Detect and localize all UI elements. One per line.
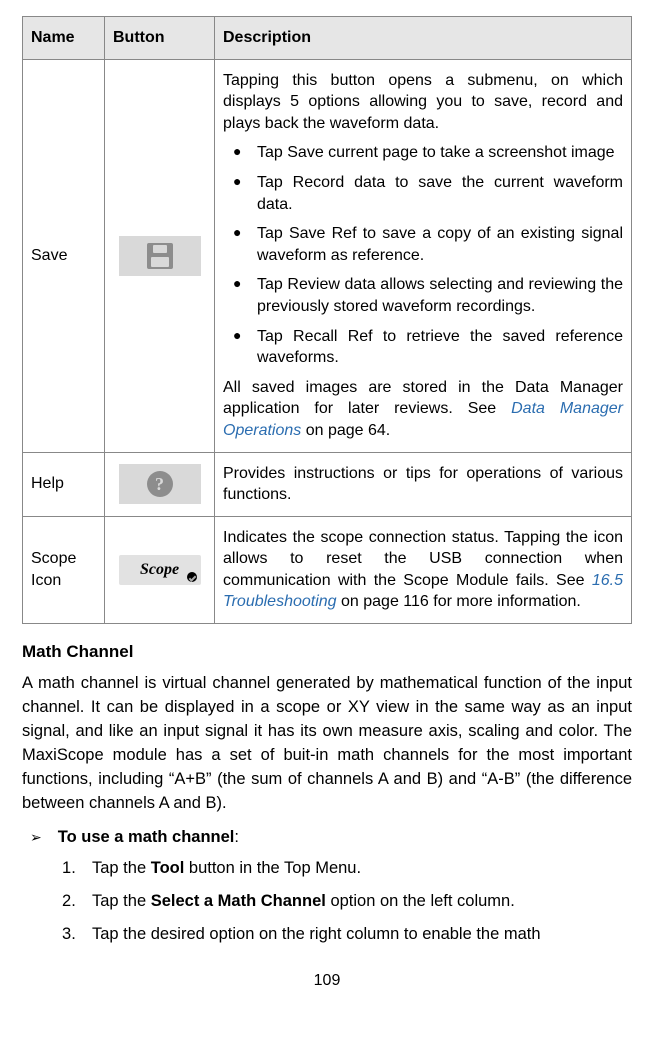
math-channel-heading: Math Channel <box>22 642 632 662</box>
scope-button-cell: Scope <box>105 516 215 623</box>
table-row-help: Help ? Provides instructions or tips for… <box>23 452 632 516</box>
step-2: Tap the Select a Math Channel option on … <box>62 890 632 913</box>
scope-status-dot <box>187 572 197 582</box>
step-1: Tap the Tool button in the Top Menu. <box>62 857 632 880</box>
help-button-cell: ? <box>105 452 215 516</box>
help-icon: ? <box>119 464 201 504</box>
save-bullet-1: Tap Save current page to take a screensh… <box>229 142 623 164</box>
save-outro: All saved images are stored in the Data … <box>223 377 623 442</box>
header-button: Button <box>105 17 215 60</box>
save-bullets: Tap Save current page to take a screensh… <box>223 142 623 368</box>
table-header-row: Name Button Description <box>23 17 632 60</box>
save-button-cell <box>105 59 215 452</box>
step-3: Tap the desired option on the right colu… <box>62 923 632 946</box>
step-2-bold: Select a Math Channel <box>151 892 326 910</box>
save-bullet-2: Tap Record data to save the current wave… <box>229 172 623 215</box>
procedure-title: To use a math channel <box>58 828 235 846</box>
step-2-pre: Tap the <box>92 892 151 910</box>
header-name: Name <box>23 17 105 60</box>
help-name-cell: Help <box>23 452 105 516</box>
step-1-bold: Tool <box>151 859 185 877</box>
math-channel-paragraph: A math channel is virtual channel genera… <box>22 672 632 816</box>
save-bullet-3: Tap Save Ref to save a copy of an existi… <box>229 223 623 266</box>
procedure-title-colon: : <box>234 828 239 846</box>
save-description-cell: Tapping this button opens a submenu, on … <box>215 59 632 452</box>
help-description-cell: Provides instructions or tips for operat… <box>215 452 632 516</box>
save-intro: Tapping this button opens a submenu, on … <box>223 70 623 135</box>
save-icon <box>119 236 201 276</box>
save-bullet-4: Tap Review data allows selecting and rev… <box>229 274 623 317</box>
scope-icon-label: Scope <box>140 559 179 581</box>
chevron-right-icon: ➢ <box>30 829 42 845</box>
save-name-cell: Save <box>23 59 105 452</box>
step-1-post: button in the Top Menu. <box>184 859 361 877</box>
header-description: Description <box>215 17 632 60</box>
scope-desc-pre: Indicates the scope connection status. T… <box>223 529 623 589</box>
procedure-steps: Tap the Tool button in the Top Menu. Tap… <box>22 857 632 946</box>
procedure-title-line: ➢ To use a math channel: <box>22 828 632 847</box>
page-number: 109 <box>22 972 632 990</box>
table-row-save: Save Tapping this button opens a submenu… <box>23 59 632 452</box>
feature-table: Name Button Description Save Tapping thi… <box>22 16 632 624</box>
scope-desc-post: on page 116 for more information. <box>337 593 581 610</box>
step-1-pre: Tap the <box>92 859 151 877</box>
scope-description-cell: Indicates the scope connection status. T… <box>215 516 632 623</box>
save-outro-post: on page 64. <box>301 422 390 439</box>
scope-name-cell: Scope Icon <box>23 516 105 623</box>
step-2-post: option on the left column. <box>326 892 515 910</box>
scope-icon: Scope <box>119 555 201 585</box>
save-bullet-5: Tap Recall Ref to retrieve the saved ref… <box>229 326 623 369</box>
table-row-scope: Scope Icon Scope Indicates the scope con… <box>23 516 632 623</box>
